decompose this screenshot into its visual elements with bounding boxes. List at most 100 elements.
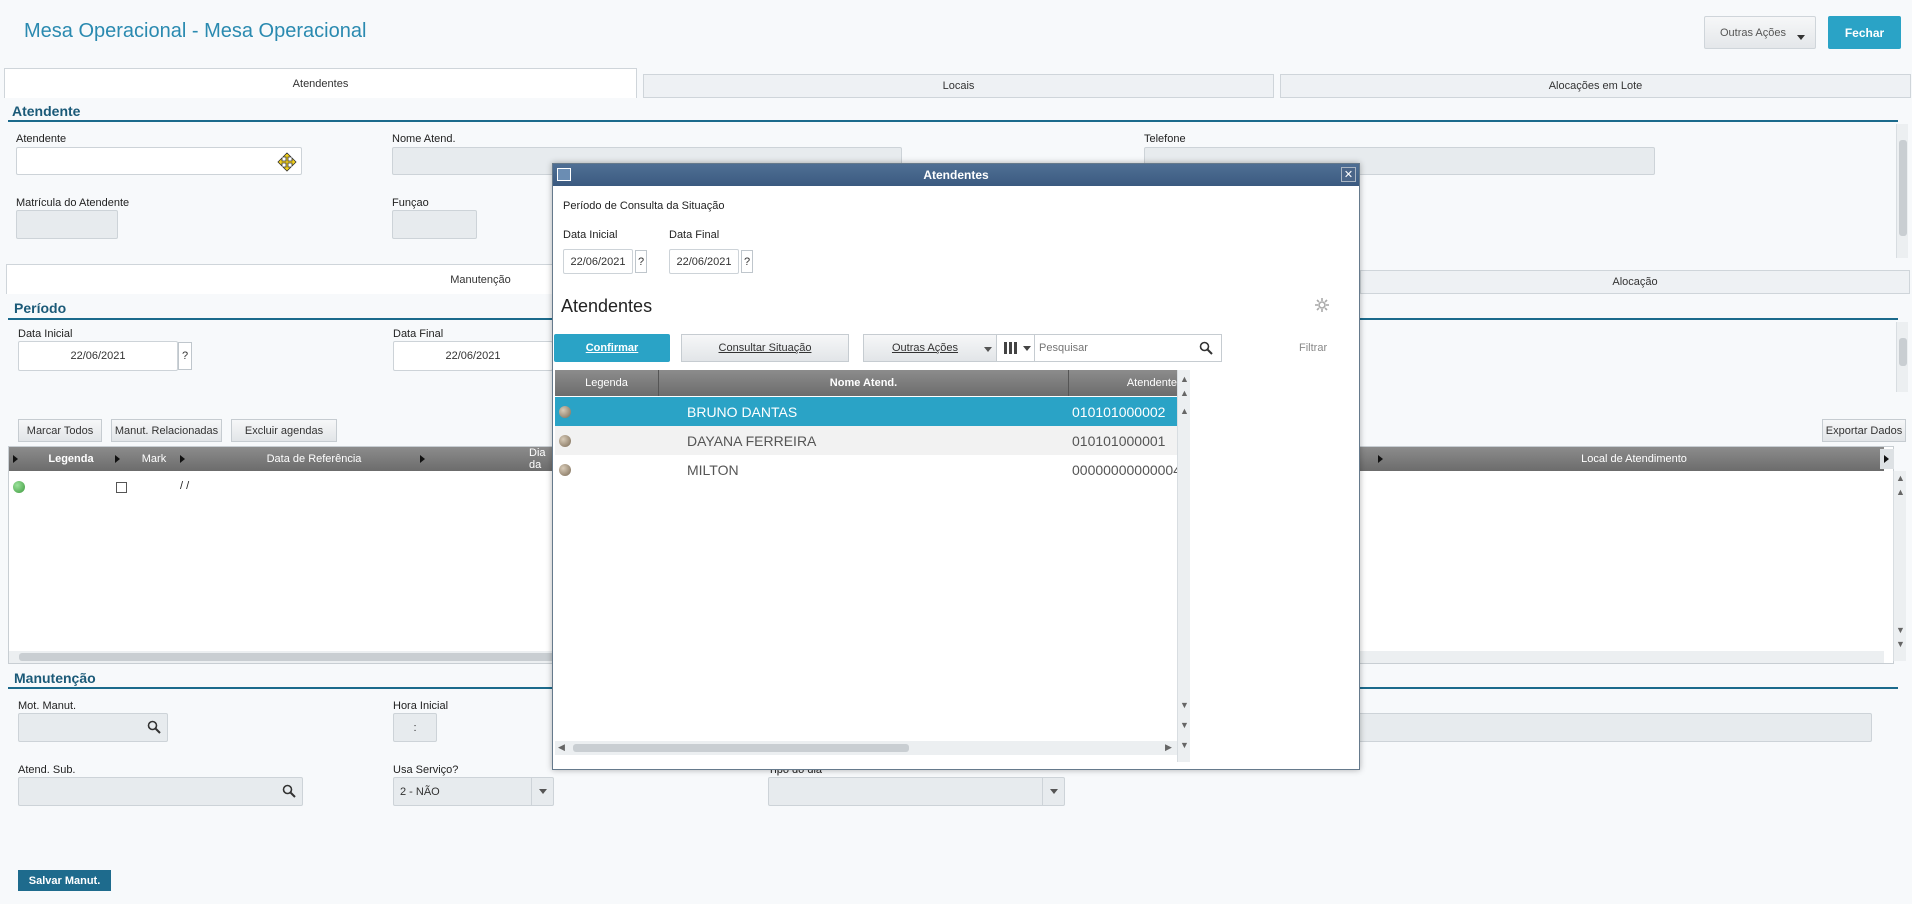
manut-relacionadas-button[interactable]: Manut. Relacionadas (111, 419, 222, 442)
scrollbar[interactable]: ▲ ▲ ▼ ▼ (1893, 471, 1906, 661)
scrollbar[interactable] (1896, 322, 1908, 392)
row-codigo: 010101000002 (1072, 403, 1166, 420)
tipo-dia-select[interactable] (768, 777, 1065, 806)
usa-servico-select[interactable]: 2 - NÃO (393, 777, 554, 806)
matricula-field[interactable] (16, 210, 118, 239)
table-row[interactable]: DAYANA FERREIRA 010101000001 (555, 426, 1177, 455)
scrollbar[interactable]: ▲ ▲ ▲ ▼ ▼ ▼ (1177, 370, 1190, 762)
modal-data-final-input[interactable]: 22/06/2021 (669, 249, 739, 274)
search-icon[interactable] (147, 720, 161, 737)
dialog-title-bar: Atendentes (553, 164, 1359, 186)
window-icon (557, 168, 571, 181)
data-final-input[interactable]: 22/06/2021 (393, 341, 553, 371)
modal-data-inicial-label: Data Inicial (563, 229, 618, 241)
tab-alocacao[interactable]: Alocação (1360, 270, 1910, 294)
usa-servico-value: 2 - NÃO (400, 786, 440, 798)
legend-status-icon (559, 435, 571, 447)
fechar-button[interactable]: Fechar (1828, 16, 1901, 49)
gear-icon[interactable] (1315, 298, 1329, 315)
tab-alocacoes-em-lote[interactable]: Alocações em Lote (1280, 74, 1911, 98)
consultar-situacao-button[interactable]: Consultar Situação (681, 334, 849, 362)
modal-column-nome[interactable]: Nome Atend. (659, 370, 1069, 396)
modal-outras-acoes-button[interactable]: Outras Ações (863, 334, 997, 362)
column-data-referencia[interactable]: Data de Referência (189, 447, 439, 471)
matricula-label: Matrícula do Atendente (16, 197, 130, 209)
usa-servico-label: Usa Serviço? (393, 764, 459, 776)
grid-header-scroll-right[interactable] (1880, 449, 1894, 469)
modal-column-atendente[interactable]: Atendente (1069, 370, 1177, 396)
chevron-down-icon[interactable] (1042, 778, 1064, 805)
columns-icon[interactable] (997, 335, 1035, 361)
modal-data-inicial-value: 22/06/2021 (570, 256, 626, 268)
atend-sub-label: Atend. Sub. (18, 764, 76, 776)
outras-acoes-label: Outras Ações (1719, 26, 1787, 39)
modal-data-final-value: 22/06/2021 (676, 256, 732, 268)
modal-outras-acoes-label: Outras Ações (891, 342, 959, 354)
marcar-todos-button[interactable]: Marcar Todos (18, 419, 102, 442)
section-manutencao-title: Manutenção (14, 670, 96, 686)
data-final-label: Data Final (393, 328, 444, 340)
column-mark[interactable]: Mark (124, 447, 184, 471)
atendentes-dialog: Atendentes ✕ Período de Consulta da Situ… (552, 163, 1360, 770)
excluir-agendas-button[interactable]: Excluir agendas (231, 419, 337, 442)
chevron-down-icon[interactable] (531, 778, 553, 805)
data-inicial-help-button[interactable]: ? (178, 342, 192, 370)
mark-checkbox[interactable] (116, 482, 127, 493)
row-codigo: 00000000000004 (1072, 461, 1182, 478)
search-icon[interactable] (282, 784, 296, 801)
legend-status-icon (559, 464, 571, 476)
salvar-manut-button[interactable]: Salvar Manut. (18, 870, 111, 891)
data-final-value: 22/06/2021 (445, 350, 501, 362)
section-atendente-title: Atendente (12, 103, 81, 119)
search-icon[interactable] (1199, 341, 1213, 358)
page-title: Mesa Operacional - Mesa Operacional (24, 20, 367, 42)
exportar-dados-button[interactable]: Exportar Dados (1822, 419, 1906, 442)
modal-data-inicial-input[interactable]: 22/06/2021 (563, 249, 633, 274)
row-nome: MILTON (687, 461, 739, 478)
table-row[interactable]: MILTON 00000000000004 (555, 455, 1181, 484)
chevron-down-icon (1797, 35, 1805, 40)
legend-status-icon (13, 481, 25, 493)
divider (8, 120, 1898, 122)
row-nome: DAYANA FERREIRA (687, 432, 817, 449)
atend-sub-field[interactable] (18, 777, 303, 806)
column-legenda[interactable]: Legenda (21, 447, 121, 471)
hora-inicial-field[interactable]: : (393, 713, 437, 742)
modal-data-inicial-help-button[interactable]: ? (635, 250, 647, 273)
table-row[interactable]: BRUNO DANTAS 010101000002 (555, 397, 1177, 426)
atendente-input[interactable] (16, 147, 302, 175)
right-field[interactable] (1358, 713, 1872, 742)
mot-manut-label: Mot. Manut. (18, 700, 77, 712)
outras-acoes-button[interactable]: Outras Ações (1704, 16, 1816, 49)
nome-atend-label: Nome Atend. (392, 133, 456, 145)
modal-column-legenda[interactable]: Legenda (555, 370, 659, 396)
hora-inicial-value: : (413, 722, 417, 734)
section-periodo-title: Período (14, 300, 67, 316)
filtrar-link[interactable]: Filtrar (1299, 342, 1327, 354)
periodo-consulta-label: Período de Consulta da Situação (563, 200, 725, 212)
row-date-value: / / (180, 480, 190, 492)
modal-heading: Atendentes (561, 296, 653, 316)
data-inicial-input[interactable]: 22/06/2021 (18, 341, 178, 371)
row-codigo: 010101000001 (1072, 432, 1166, 449)
chevron-down-icon (984, 347, 992, 352)
data-inicial-label: Data Inicial (18, 328, 73, 340)
horizontal-scrollbar[interactable]: ◀ ▶ (555, 741, 1177, 755)
funcao-label: Funçao (392, 197, 429, 209)
column-local-atendimento[interactable]: Local de Atendimento (1389, 447, 1879, 471)
legend-status-icon (559, 406, 571, 418)
tab-atendentes[interactable]: Atendentes (4, 68, 637, 98)
close-icon[interactable]: ✕ (1341, 167, 1356, 182)
data-inicial-value: 22/06/2021 (70, 350, 126, 362)
modal-data-final-help-button[interactable]: ? (741, 250, 753, 273)
column-dia-da[interactable]: Dia da (429, 447, 549, 471)
scrollbar[interactable] (1896, 124, 1908, 258)
mot-manut-field[interactable] (18, 713, 168, 742)
modal-data-final-label: Data Final (669, 229, 720, 241)
funcao-field[interactable] (392, 210, 477, 239)
row-nome: BRUNO DANTAS (687, 403, 798, 420)
modal-grid-header: Legenda Nome Atend. Atendente (555, 370, 1177, 396)
tab-locais[interactable]: Locais (643, 74, 1274, 98)
confirmar-button[interactable]: Confirmar (554, 334, 670, 362)
search-input[interactable] (1039, 339, 1189, 357)
